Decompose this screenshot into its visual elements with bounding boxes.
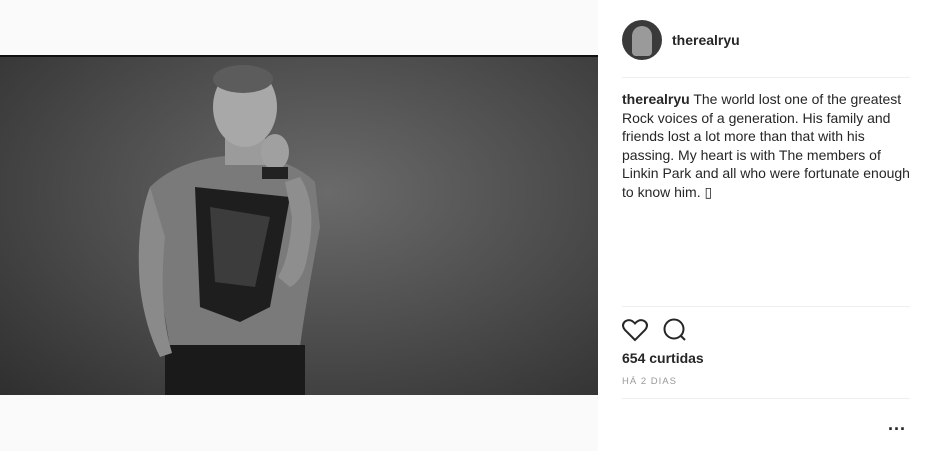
more-options-icon[interactable]: ... (888, 414, 906, 435)
post-sidebar: therealryu therealryu The world lost one… (598, 0, 934, 451)
action-bar (622, 318, 688, 342)
post-timestamp[interactable]: HÁ 2 DIAS (622, 376, 677, 387)
photo-area (0, 0, 598, 451)
likes-count[interactable]: 654 curtidas (622, 350, 704, 366)
header-username[interactable]: therealryu (672, 32, 740, 48)
caption-username[interactable]: therealryu (622, 91, 690, 107)
photo-illustration (138, 65, 320, 395)
post-header: therealryu (622, 18, 740, 62)
heart-icon[interactable] (622, 318, 648, 342)
divider (622, 77, 910, 78)
divider (622, 398, 910, 399)
caption-text: The world lost one of the greatest Rock … (622, 91, 910, 200)
avatar[interactable] (622, 20, 662, 60)
post-caption: therealryu The world lost one of the gre… (622, 90, 912, 201)
post-photo[interactable] (0, 55, 598, 395)
divider (622, 306, 910, 307)
comment-icon[interactable] (662, 318, 688, 342)
